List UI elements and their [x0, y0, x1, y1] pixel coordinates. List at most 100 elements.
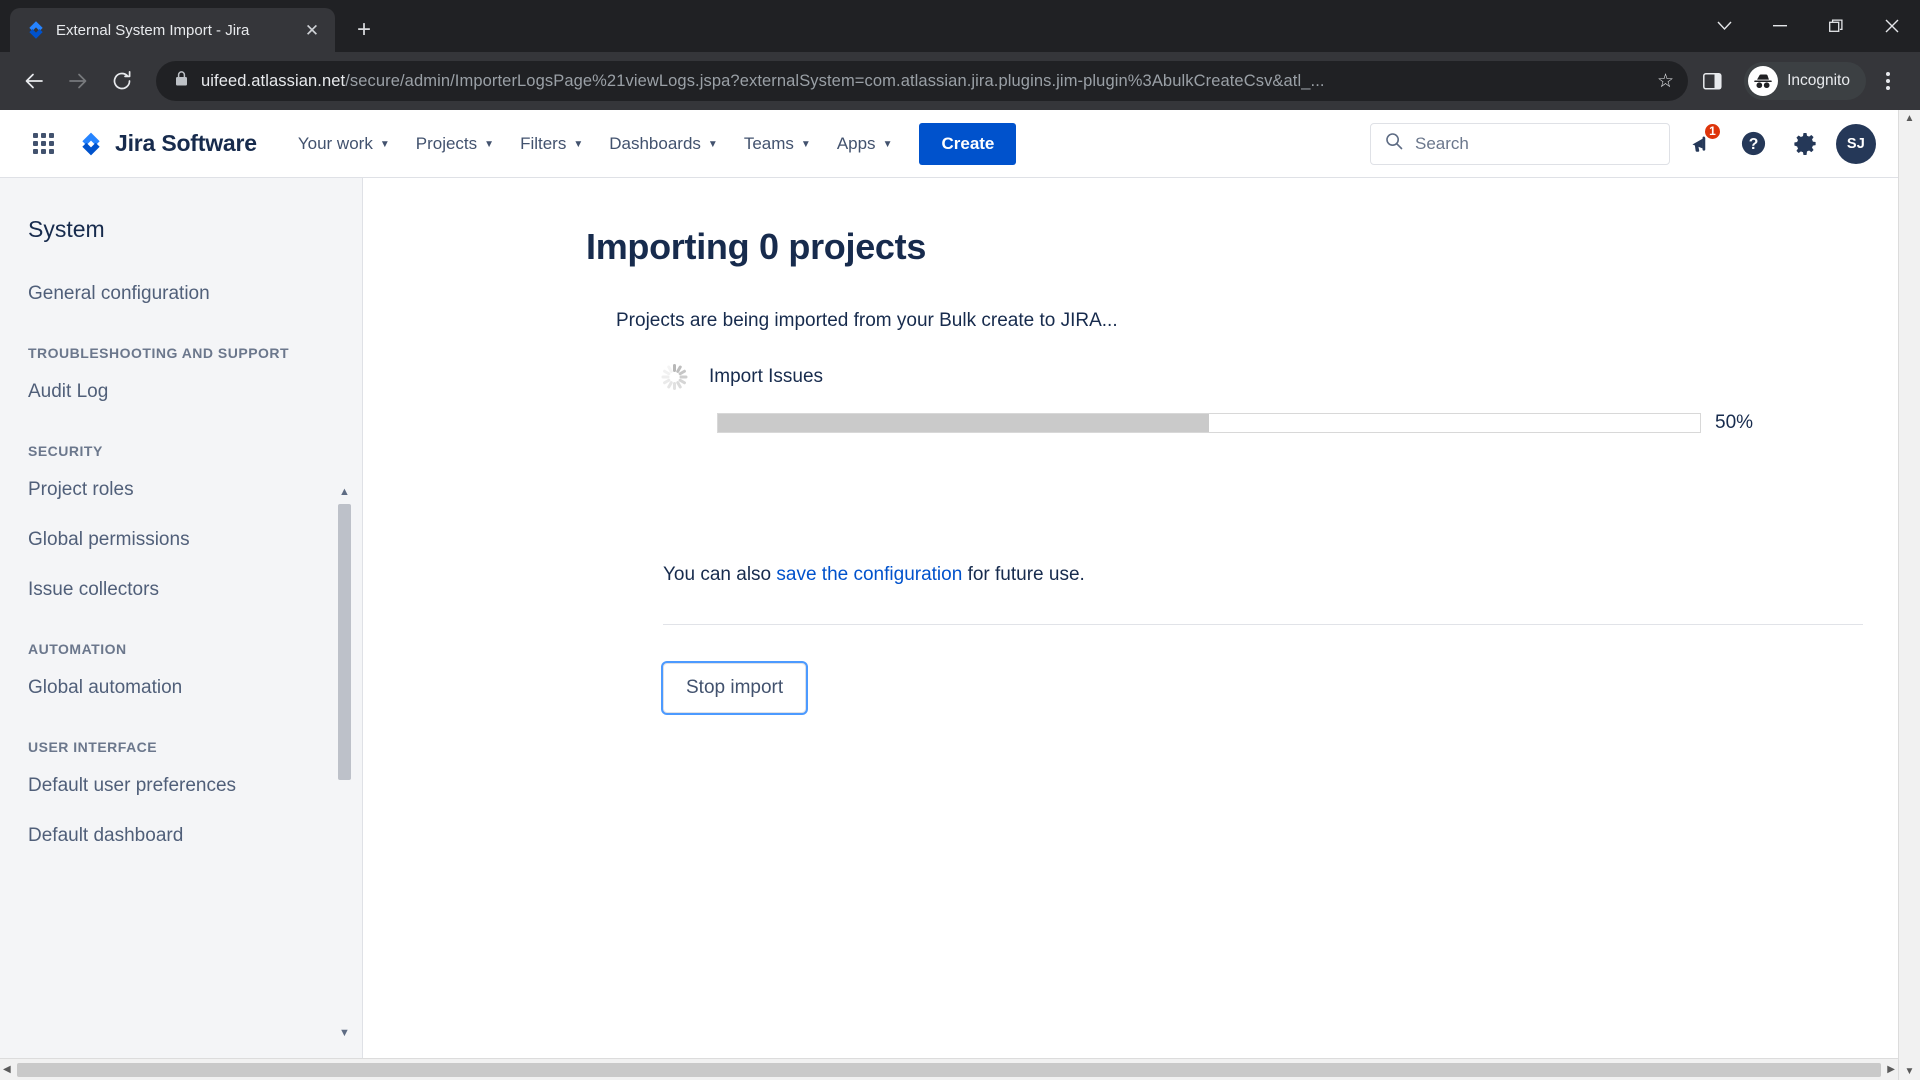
scroll-left-icon[interactable]: ◀: [3, 1064, 11, 1075]
page-body: System General configuration TROUBLESHOO…: [0, 178, 1898, 1058]
incognito-label: Incognito: [1787, 72, 1850, 89]
sidebar-group-troubleshooting: TROUBLESHOOTING AND SUPPORT: [28, 345, 290, 361]
notification-badge: 1: [1703, 121, 1722, 141]
browser-menu-icon[interactable]: [1870, 72, 1906, 90]
app-switcher-icon[interactable]: [22, 133, 64, 154]
search-input[interactable]: Search: [1370, 122, 1670, 165]
back-icon[interactable]: [14, 61, 54, 101]
sidebar-item-general-configuration[interactable]: General configuration: [0, 269, 362, 319]
jira-favicon-icon: [26, 20, 46, 40]
scroll-up-icon[interactable]: ▲: [337, 484, 352, 499]
chevron-down-icon: ▼: [484, 138, 495, 150]
maximize-restore-button[interactable]: [1808, 0, 1864, 52]
notifications-icon[interactable]: 1: [1680, 121, 1722, 165]
address-bar[interactable]: uifeed.atlassian.net/secure/admin/Import…: [156, 61, 1689, 101]
tab-title: External System Import - Jira: [56, 21, 250, 39]
import-task-label: Import Issues: [709, 366, 824, 387]
nav-label: Filters: [520, 133, 567, 153]
nav-label: Apps: [836, 133, 876, 153]
jira-logo[interactable]: Jira Software: [78, 130, 257, 157]
chevron-down-icon: ▼: [882, 138, 893, 150]
browser-window: External System Import - Jira ✕ + uifeed…: [0, 0, 1920, 1080]
horizontal-scrollbar[interactable]: ◀ ▶: [0, 1058, 1898, 1080]
window-controls: [1696, 0, 1920, 52]
url-text: uifeed.atlassian.net/secure/admin/Import…: [201, 72, 1645, 91]
svg-text:?: ?: [1748, 136, 1758, 153]
scroll-down-icon[interactable]: ▼: [337, 1025, 352, 1040]
browser-tab[interactable]: External System Import - Jira ✕: [10, 8, 335, 52]
nav-apps[interactable]: Apps ▼: [824, 126, 906, 162]
sidebar-item-global-permissions[interactable]: Global permissions: [0, 515, 362, 565]
side-panel-icon[interactable]: [1692, 61, 1732, 101]
nav-projects[interactable]: Projects ▼: [403, 126, 507, 162]
nav-label: Projects: [415, 133, 478, 153]
new-tab-button[interactable]: +: [345, 11, 383, 49]
sidebar-item-global-automation[interactable]: Global automation: [0, 663, 362, 713]
horizontal-scrollbar-thumb[interactable]: [16, 1062, 1882, 1077]
brand-name: Jira Software: [115, 130, 257, 156]
progress-bar: [717, 413, 1701, 433]
forward-icon[interactable]: [58, 61, 98, 101]
sidebar-item-project-roles[interactable]: Project roles: [0, 465, 362, 515]
nav-right-group: Search 1 ? SJ: [1370, 121, 1876, 165]
scroll-up-icon[interactable]: ▲: [1905, 113, 1915, 124]
page-title: Importing 0 projects: [586, 226, 927, 267]
sidebar-item-audit-log[interactable]: Audit Log: [0, 367, 362, 417]
loading-spinner-icon: [661, 364, 687, 390]
sidebar-item-default-user-preferences[interactable]: Default user preferences: [0, 761, 362, 811]
nav-label: Dashboards: [609, 133, 701, 153]
minimize-button[interactable]: [1752, 0, 1808, 52]
page-viewport: Jira Software Your work ▼ Projects ▼ Fil…: [0, 110, 1920, 1080]
main-content: Importing 0 projects Projects are being …: [363, 178, 1898, 1058]
progress-percent-label: 50%: [1715, 412, 1754, 433]
padlock-icon: [174, 70, 189, 92]
web-page: Jira Software Your work ▼ Projects ▼ Fil…: [0, 110, 1898, 1080]
nav-your-work[interactable]: Your work ▼: [285, 126, 403, 162]
sidebar-item-issue-collectors[interactable]: Issue collectors: [0, 565, 362, 615]
save-the-configuration-link[interactable]: save the configuration: [776, 564, 962, 585]
chevron-down-icon: ▼: [379, 138, 390, 150]
jira-top-navigation: Jira Software Your work ▼ Projects ▼ Fil…: [0, 110, 1898, 178]
sidebar-title: System: [28, 216, 105, 242]
sidebar-scrollbar[interactable]: ▲ ▼: [337, 246, 352, 1040]
scroll-down-icon[interactable]: ▼: [1905, 1066, 1915, 1077]
close-window-button[interactable]: [1864, 0, 1920, 52]
save-line-suffix: for future use.: [962, 564, 1085, 585]
import-progress-row: 50%: [717, 412, 1898, 434]
incognito-icon: [1748, 66, 1779, 96]
url-host: uifeed.atlassian.net: [201, 71, 346, 90]
bookmark-star-icon[interactable]: ☆: [1657, 70, 1674, 93]
progress-bar-fill: [718, 414, 1209, 432]
save-line-prefix: You can also: [663, 564, 777, 585]
url-path: /secure/admin/ImporterLogsPage%21viewLog…: [345, 71, 1325, 90]
divider: [663, 624, 1863, 625]
admin-sidebar: System General configuration TROUBLESHOO…: [0, 178, 363, 1058]
tab-strip: External System Import - Jira ✕ +: [0, 0, 1920, 52]
nav-teams[interactable]: Teams ▼: [731, 126, 824, 162]
stop-import-button[interactable]: Stop import: [663, 663, 807, 713]
search-icon: [1385, 132, 1403, 155]
user-avatar[interactable]: SJ: [1836, 123, 1876, 164]
close-tab-icon[interactable]: ✕: [299, 17, 325, 43]
chevron-down-icon: ▼: [707, 138, 718, 150]
vertical-scrollbar[interactable]: ▲ ▼: [1898, 110, 1920, 1080]
scrollbar-thumb[interactable]: [338, 504, 351, 780]
sidebar-item-default-dashboard[interactable]: Default dashboard: [0, 811, 362, 861]
gear-icon[interactable]: [1784, 123, 1826, 165]
browser-toolbar: uifeed.atlassian.net/secure/admin/Import…: [0, 52, 1920, 110]
chevron-down-icon: ▼: [573, 138, 584, 150]
scroll-right-icon[interactable]: ▶: [1887, 1064, 1895, 1075]
sidebar-group-user-interface: USER INTERFACE: [28, 739, 158, 755]
help-icon[interactable]: ?: [1732, 123, 1774, 165]
import-task-row: Import Issues: [661, 364, 1898, 390]
tab-search-chevron-icon[interactable]: [1696, 0, 1752, 52]
nav-dashboards[interactable]: Dashboards ▼: [596, 126, 731, 162]
save-configuration-line: You can also save the configuration for …: [663, 564, 1898, 586]
nav-label: Teams: [743, 133, 794, 153]
reload-icon[interactable]: [102, 61, 142, 101]
nav-filters[interactable]: Filters ▼: [507, 126, 596, 162]
create-button[interactable]: Create: [919, 122, 1017, 165]
incognito-profile-button[interactable]: Incognito: [1744, 62, 1866, 100]
sidebar-group-security: SECURITY: [28, 443, 103, 459]
search-placeholder: Search: [1415, 133, 1469, 153]
